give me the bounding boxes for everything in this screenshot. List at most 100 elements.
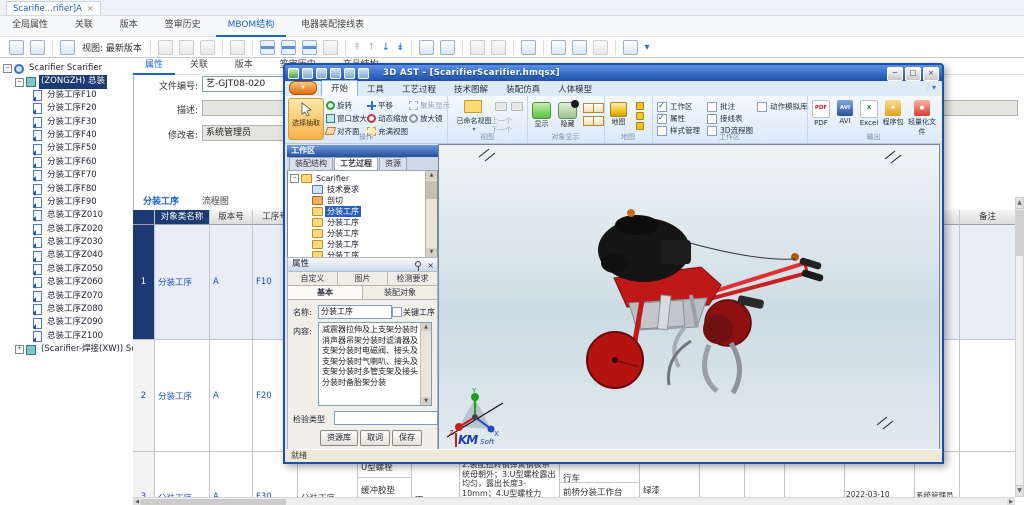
properties-panel-title[interactable]: 属性×	[288, 258, 437, 272]
row-selector[interactable]: 1	[133, 225, 155, 340]
map-item-icon[interactable]	[636, 112, 644, 120]
scroll-up-icon[interactable]: ▲	[426, 171, 437, 180]
save-icon[interactable]	[30, 40, 45, 55]
settings-gear-icon[interactable]	[623, 40, 638, 55]
export-excel-button[interactable]: XExcel	[857, 100, 881, 127]
tab-inspection[interactable]: 检测要求	[388, 272, 437, 285]
new-icon[interactable]	[302, 68, 313, 79]
redo-icon[interactable]	[358, 68, 369, 79]
tab-image[interactable]: 图片	[338, 272, 388, 285]
export-pdf-button[interactable]: PDFPDF	[809, 100, 833, 127]
map-item-icon[interactable]	[636, 102, 644, 110]
tab-process[interactable]: 工艺过程	[334, 157, 378, 170]
tab-flowchart[interactable]: 流程图	[192, 195, 239, 210]
statistics-icon[interactable]	[419, 40, 434, 55]
rotate-button[interactable]: 旋转	[326, 99, 352, 111]
tree-node[interactable]: 分装工序	[290, 217, 437, 228]
vertical-scrollbar[interactable]: ▲ ▼	[1015, 197, 1024, 497]
tree-node-op[interactable]: 分装工序F60	[3, 156, 133, 169]
tree-node-op[interactable]: 分装工序F90	[3, 196, 133, 209]
tree-scrollbar[interactable]: ▲▼	[425, 171, 437, 257]
scroll-right-icon[interactable]: ▶	[1007, 498, 1015, 505]
tab-properties[interactable]: 属性	[133, 58, 175, 75]
ast-title-bar[interactable]: 3D AST - [ScarifierScarifier.hmqsx]	[285, 65, 942, 81]
3d-viewport[interactable]: Y Z X KM Soft	[438, 144, 940, 452]
ribbon-tab-simulation[interactable]: 装配仿真	[497, 82, 549, 96]
header-note[interactable]: 备注	[960, 210, 1015, 225]
move-up-icon[interactable]: ↑	[367, 41, 375, 54]
help-icon[interactable]: ❔▾	[922, 83, 936, 92]
ribbon-tab-illustration[interactable]: 技术图解	[445, 82, 497, 96]
open-icon[interactable]	[9, 40, 24, 55]
tab-versions[interactable]: 版本	[108, 16, 150, 35]
insert-row-icon[interactable]	[260, 40, 275, 55]
header-object-class[interactable]: 对象类名称	[155, 210, 210, 225]
textarea-scrollbar[interactable]: ▲▼	[420, 323, 431, 405]
tree-node[interactable]: 分装工序	[290, 228, 437, 239]
tab-basic[interactable]: 基本	[288, 286, 363, 299]
tree-node-op[interactable]: 总装工序Z090	[3, 316, 133, 329]
check-type-input[interactable]	[334, 411, 438, 425]
copy-icon[interactable]	[470, 40, 485, 55]
tree-node-op[interactable]: 分装工序F10	[3, 89, 133, 102]
minimize-button[interactable]: ─	[887, 67, 903, 81]
export-package-button[interactable]: ❀程序包	[881, 100, 905, 127]
magnifier-button[interactable]: 放大镜	[409, 112, 443, 124]
pan-button[interactable]: 平移	[367, 99, 393, 111]
tree-node-op[interactable]: 总装工序Z010	[3, 209, 133, 222]
header-rownum[interactable]	[133, 210, 155, 225]
key-process-checkbox[interactable]	[392, 307, 402, 317]
attach-icon[interactable]	[158, 40, 173, 55]
checkbox-action-library[interactable]: 动作模拟库	[757, 101, 808, 112]
new-version-icon[interactable]	[60, 40, 75, 55]
tab-assembly-structure[interactable]: 装配结构	[289, 157, 333, 170]
pick-word-button[interactable]: 取词	[360, 430, 390, 446]
content-textarea[interactable]: 减震器拉伸及上支架分装时消声器吊架分装时滤清器及支架分装时电磁阀、接头及支架分装…	[318, 322, 432, 406]
merge-row-icon[interactable]	[323, 40, 338, 55]
close-icon[interactable]: ×	[87, 4, 94, 13]
tab-relations2[interactable]: 关联	[178, 58, 220, 73]
tab-suboperations[interactable]: 分装工序	[133, 195, 189, 210]
add-node-icon[interactable]	[521, 40, 536, 55]
ribbon-tab-human-model[interactable]: 人体模型	[549, 82, 601, 96]
tab-relations[interactable]: 关联	[63, 16, 105, 35]
scroll-left-icon[interactable]: ◀	[133, 498, 141, 505]
window-zoom-button[interactable]: 窗口放大	[326, 112, 367, 124]
map-button[interactable]: 地图	[610, 100, 627, 127]
hide-button[interactable]: 隐藏	[558, 100, 577, 129]
tree-node-op[interactable]: 分装工序F20	[3, 102, 133, 115]
ribbon-tab-process[interactable]: 工艺过程	[393, 82, 445, 96]
app-menu-button[interactable]: ▾	[289, 81, 317, 95]
show-button[interactable]: 显示	[532, 100, 551, 129]
display-toggle-icon[interactable]	[593, 103, 604, 113]
tree-node-op[interactable]: 分装工序F80	[3, 183, 133, 196]
tree-root[interactable]: −Scarifier	[290, 173, 437, 184]
tree-node[interactable]: 分装工序	[290, 206, 437, 217]
tree-node-op[interactable]: 总装工序Z030	[3, 236, 133, 249]
compare2-icon[interactable]	[200, 40, 215, 55]
dynamic-zoom-button[interactable]: 动态缩放	[367, 112, 408, 124]
tree-node[interactable]: 技术要求	[290, 184, 437, 195]
tree-node-op[interactable]: 总装工序Z040	[3, 249, 133, 262]
export-icon[interactable]	[593, 40, 608, 55]
move-down-icon[interactable]: ↓	[382, 41, 390, 54]
tab-assembly-object[interactable]: 装配对象	[363, 286, 437, 299]
tree-node-op[interactable]: 总装工序Z070	[3, 290, 133, 303]
tree-node-assembly[interactable]: −(ZONGZH) 总装	[3, 75, 133, 88]
move-top-icon[interactable]: ↟	[353, 41, 361, 54]
ribbon-tab-start[interactable]: 开始	[321, 80, 358, 96]
save-button[interactable]: 保存	[392, 430, 422, 446]
resource-library-button[interactable]: 资源库	[320, 430, 358, 446]
tree-root[interactable]: −Scarifier Scarifier	[3, 62, 133, 75]
tab-global-props[interactable]: 全局属性	[0, 16, 60, 35]
dropdown-arrow-icon[interactable]: ▾	[644, 41, 649, 54]
document-tab[interactable]: Scarifie...rifier]A×	[6, 1, 101, 15]
horizontal-scrollbar[interactable]: ◀ ▶	[133, 497, 1015, 505]
workspace-panel-title[interactable]: 工作区	[287, 145, 438, 157]
insert-row-below-icon[interactable]	[281, 40, 296, 55]
prev-view-button[interactable]	[495, 102, 509, 114]
save-icon[interactable]	[330, 68, 341, 79]
compare-icon[interactable]	[179, 40, 194, 55]
scrollbar-thumb[interactable]	[426, 181, 437, 199]
collapse-icon[interactable]: −	[3, 64, 12, 73]
